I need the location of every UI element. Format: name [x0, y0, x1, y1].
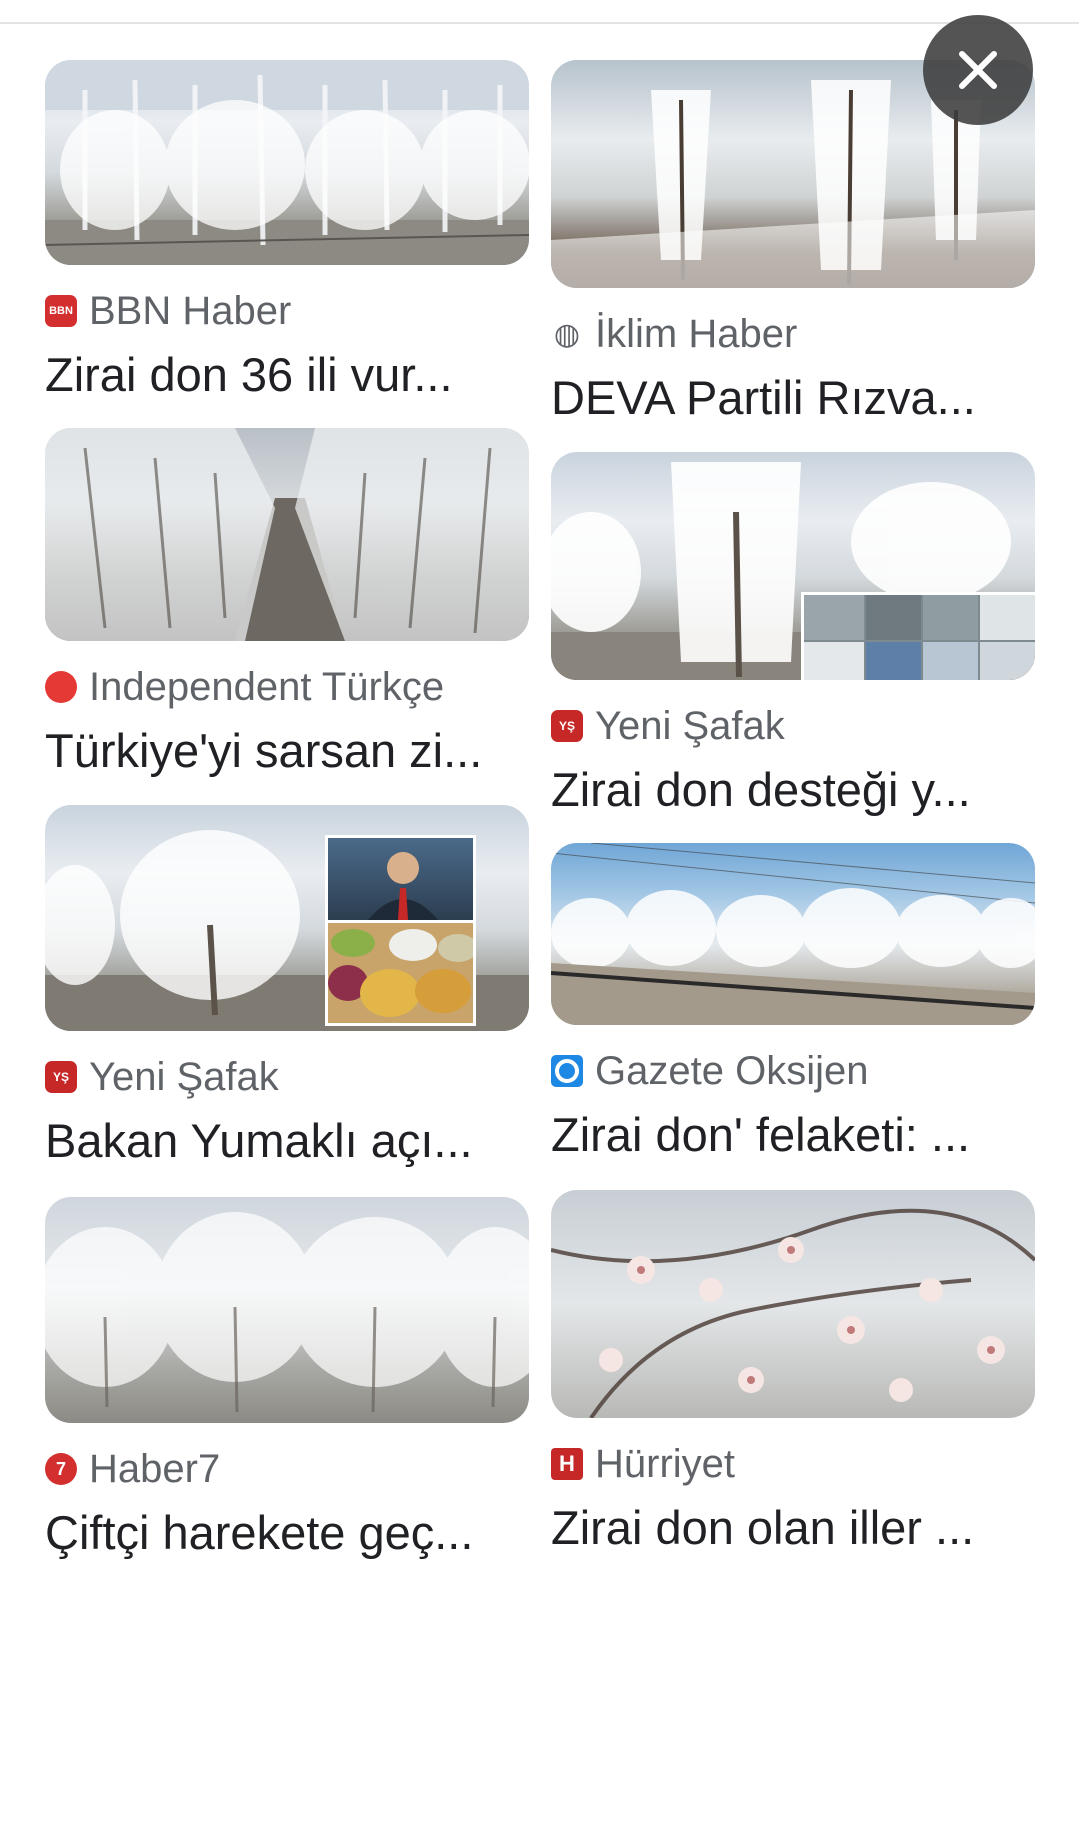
bbn-logo-icon: BBN: [45, 295, 77, 327]
result-title[interactable]: Zirai don desteği y...: [551, 762, 1035, 818]
frozen-orchard-field-image: [551, 843, 1035, 1025]
image-result-card[interactable]: BBN BBN Haber Zirai don 36 ili vur...: [45, 60, 529, 403]
result-source-name: Independent Türkçe: [89, 664, 445, 709]
result-source[interactable]: ◍ İklim Haber: [551, 312, 1035, 356]
result-source-name: İklim Haber: [595, 311, 798, 356]
result-thumbnail[interactable]: [45, 428, 529, 641]
result-source-name: BBN Haber: [89, 288, 292, 333]
image-result-card[interactable]: YŞ Yeni Şafak Zirai don desteği y...: [551, 452, 1035, 818]
hurriyet-logo-icon: H: [551, 1448, 583, 1480]
result-source[interactable]: YŞ Yeni Şafak: [551, 704, 1035, 748]
result-thumbnail[interactable]: [551, 1190, 1035, 1418]
result-source-name: Haber7: [89, 1446, 221, 1491]
independent-logo-icon: [45, 671, 77, 703]
result-source[interactable]: H Hürriyet: [551, 1442, 1035, 1486]
globe-icon: ◍: [553, 317, 581, 351]
inset-grains-image: [325, 920, 476, 1026]
result-title[interactable]: Çiftçi harekete geç...: [45, 1505, 529, 1561]
yeni-safak-logo-icon: YŞ: [551, 710, 583, 742]
close-button[interactable]: [923, 15, 1033, 125]
image-result-card[interactable]: Independent Türkçe Türkiye'yi sarsan zi.…: [45, 428, 529, 779]
inset-portrait-image: [325, 835, 476, 923]
haber7-logo-icon: 7: [45, 1453, 77, 1485]
result-title[interactable]: Zirai don 36 ili vur...: [45, 347, 529, 403]
image-result-card[interactable]: H Hürriyet Zirai don olan iller ...: [551, 1190, 1035, 1556]
result-thumbnail[interactable]: [45, 1197, 529, 1423]
frozen-blossoms-image: [551, 1208, 1035, 1418]
result-source-name: Gazete Oksijen: [595, 1048, 869, 1093]
inset-collage-image: [801, 592, 1035, 680]
frozen-orchard-image: [45, 60, 529, 265]
yeni-safak-logo-icon: YŞ: [45, 1061, 77, 1093]
result-source-name: Hürriyet: [595, 1441, 736, 1486]
image-result-card[interactable]: Gazete Oksijen Zirai don' felaketi: ...: [551, 843, 1035, 1163]
image-result-card[interactable]: 7 Haber7 Çiftçi harekete geç...: [45, 1197, 529, 1561]
top-divider: [0, 22, 1079, 24]
frozen-orchard-image: [45, 1212, 529, 1413]
result-source[interactable]: BBN BBN Haber: [45, 289, 529, 333]
frozen-orchard-row-image: [45, 428, 529, 641]
result-title[interactable]: Zirai don' felaketi: ...: [551, 1107, 1035, 1163]
result-source-name: Yeni Şafak: [89, 1054, 279, 1099]
result-source[interactable]: YŞ Yeni Şafak: [45, 1055, 529, 1099]
result-title[interactable]: DEVA Partili Rızva...: [551, 370, 1035, 426]
result-title[interactable]: Zirai don olan iller ...: [551, 1500, 1035, 1556]
gazete-oksijen-logo-icon: [551, 1055, 583, 1087]
result-source[interactable]: Gazete Oksijen: [551, 1049, 1035, 1093]
close-icon: [959, 51, 997, 89]
result-thumbnail[interactable]: [45, 60, 529, 265]
result-source-name: Yeni Şafak: [595, 703, 785, 748]
result-source[interactable]: Independent Türkçe: [45, 665, 529, 709]
result-thumbnail[interactable]: [551, 452, 1035, 680]
image-result-card[interactable]: YŞ Yeni Şafak Bakan Yumaklı açı...: [45, 805, 529, 1169]
result-source[interactable]: 7 Haber7: [45, 1447, 529, 1491]
result-title[interactable]: Türkiye'yi sarsan zi...: [45, 723, 529, 779]
result-title[interactable]: Bakan Yumaklı açı...: [45, 1113, 529, 1169]
result-thumbnail[interactable]: [551, 843, 1035, 1025]
result-thumbnail[interactable]: [45, 805, 529, 1031]
